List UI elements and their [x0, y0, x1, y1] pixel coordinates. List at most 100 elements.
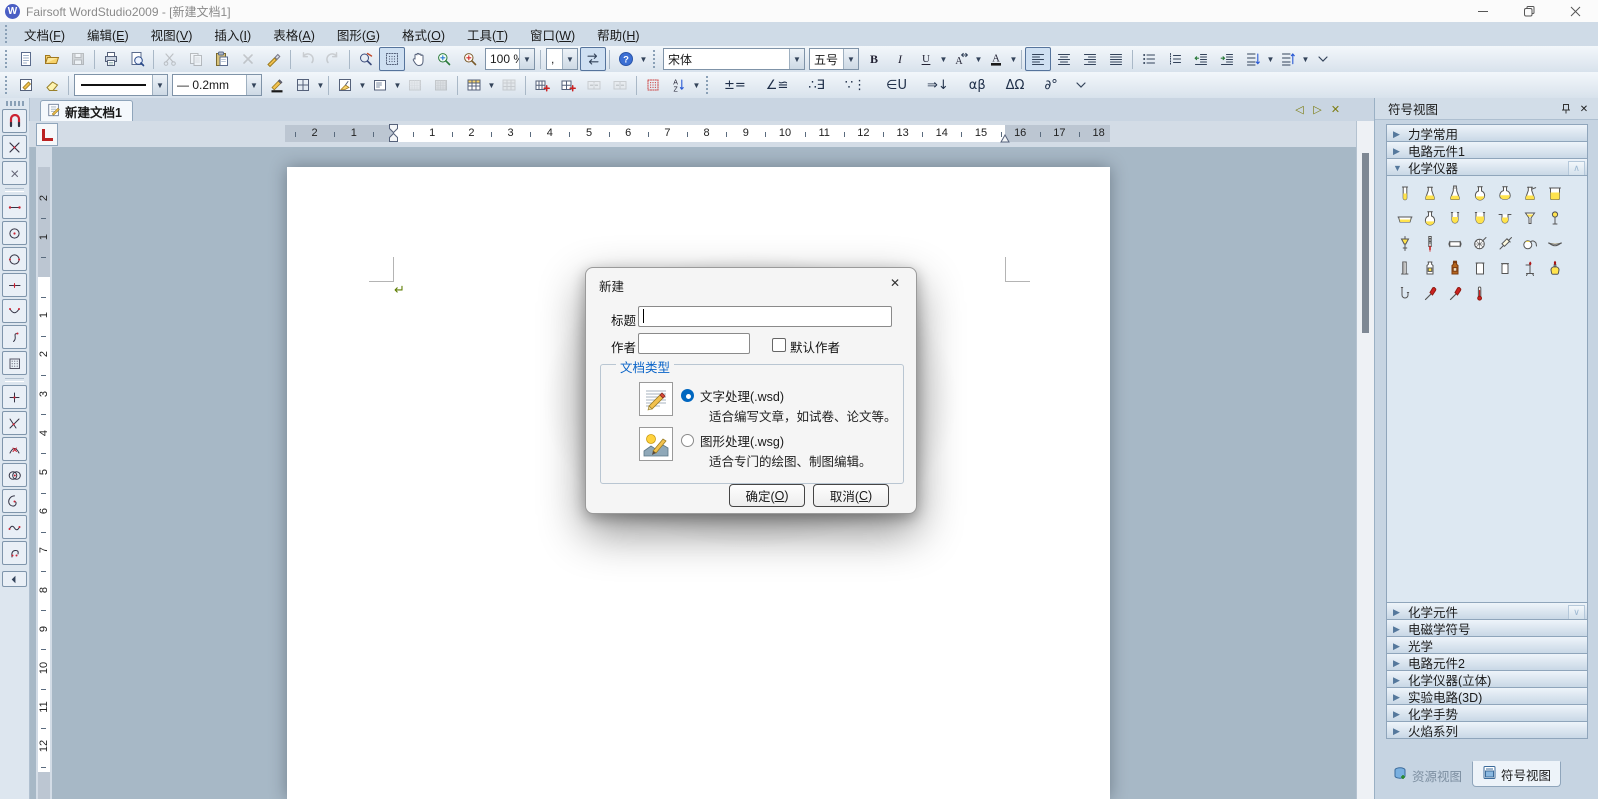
view-tab-resource[interactable]: 资源视图 — [1383, 762, 1472, 788]
line-color-button[interactable] — [264, 73, 290, 97]
toolbar1-overflow-button[interactable] — [1310, 47, 1336, 71]
menu-item-o[interactable]: 格式(O) — [391, 23, 456, 46]
line-spacing-increase-button-dropdown[interactable]: ▼ — [1301, 48, 1310, 70]
fill-color-button-dropdown[interactable]: ▼ — [358, 74, 367, 96]
horizontal-tube-symbol[interactable] — [1445, 234, 1465, 254]
wave-curve-tool[interactable] — [2, 515, 27, 539]
text-frame-button-dropdown[interactable]: ▼ — [393, 74, 402, 96]
dotted-indent-button[interactable] — [1162, 47, 1188, 71]
print-preview-button[interactable] — [124, 47, 150, 71]
math-plusminus-button[interactable]: ±= — [715, 73, 755, 97]
frame-edit-button[interactable] — [13, 73, 39, 97]
category-circuit-1[interactable]: ▶ 电路元件1 — [1386, 141, 1588, 159]
side-arm-flask-symbol[interactable] — [1520, 184, 1540, 204]
burner-stand-symbol[interactable] — [1520, 259, 1540, 279]
close-window-button[interactable] — [1552, 0, 1598, 22]
minimize-button[interactable] — [1460, 0, 1506, 22]
align-justify-button[interactable] — [1103, 47, 1129, 71]
bullet-list-button[interactable] — [1136, 47, 1162, 71]
math-partial-degree-button[interactable]: ∂° — [1035, 73, 1066, 97]
round-bottom-flask-symbol[interactable] — [1470, 184, 1490, 204]
menu-item-v[interactable]: 视图(V) — [140, 23, 204, 46]
open-button[interactable] — [39, 47, 65, 71]
tab-scroll-right-button[interactable]: ▷ — [1310, 101, 1325, 117]
dropper-symbol[interactable] — [1420, 284, 1440, 304]
document-tab[interactable]: 新建文档1 — [40, 100, 133, 122]
category-flame-series[interactable]: ▶ 火焰系列 — [1386, 721, 1588, 739]
underline-button[interactable]: U — [913, 47, 939, 71]
punctuation-combo[interactable]: , ▼ — [546, 48, 578, 70]
separating-funnel-symbol[interactable] — [1395, 234, 1415, 254]
menu-item-t[interactable]: 工具(T) — [456, 23, 519, 46]
menu-item-a[interactable]: 表格(A) — [262, 23, 326, 46]
thistle-funnel-symbol[interactable] — [1545, 209, 1565, 229]
grid-fill-tool[interactable] — [2, 351, 27, 375]
line-style-combo[interactable]: ▼ — [74, 74, 168, 96]
arc-tool[interactable] — [2, 299, 27, 323]
print-button[interactable] — [98, 47, 124, 71]
math-overflow-button[interactable] — [1068, 73, 1094, 97]
view-tab-symbol[interactable]: 符号视图 — [1472, 761, 1562, 787]
point-on-line-tool[interactable] — [2, 273, 27, 297]
pin-icon[interactable] — [1559, 102, 1573, 116]
line-spacing-increase-button[interactable] — [1275, 47, 1301, 71]
eraser-button[interactable] — [39, 73, 65, 97]
intersection-tool[interactable] — [2, 411, 27, 435]
insert-table-button-dropdown[interactable]: ▼ — [487, 74, 496, 96]
thermometer-symbol[interactable] — [1470, 284, 1490, 304]
tab-stop-selector[interactable] — [36, 123, 58, 146]
watch-glass-symbol[interactable] — [1545, 234, 1565, 254]
math-therefore-exists-button[interactable]: ∴∃ — [799, 73, 834, 97]
increase-indent-button[interactable] — [1214, 47, 1240, 71]
category-experiment-circuit-3d[interactable]: ▶ 实验电路(3D) — [1386, 687, 1588, 705]
delete-point-tool[interactable] — [2, 161, 27, 185]
up-scroll-icon[interactable]: ∧ — [1568, 161, 1585, 176]
hook-curve-tool[interactable] — [2, 541, 27, 565]
math-angle-congruent-button[interactable]: ∠≌ — [757, 73, 798, 97]
insert-row-button[interactable] — [529, 73, 555, 97]
author-input[interactable] — [638, 333, 750, 354]
stoppered-flask-symbol[interactable] — [1445, 184, 1465, 204]
restore-button[interactable] — [1506, 0, 1552, 22]
zoom-point-button[interactable] — [457, 47, 483, 71]
align-right-button[interactable] — [1077, 47, 1103, 71]
menu-item-w[interactable]: 窗口(W) — [519, 23, 586, 46]
title-input[interactable] — [638, 306, 892, 327]
dropper-long-symbol[interactable] — [1445, 284, 1465, 304]
brown-reagent-bottle-symbol[interactable] — [1445, 259, 1465, 279]
delete-node-tool[interactable] — [2, 135, 27, 159]
erlenmeyer-flask-symbol[interactable] — [1420, 184, 1440, 204]
ellipse-points-tool[interactable] — [2, 247, 27, 271]
alcohol-lamp-symbol[interactable] — [1545, 259, 1565, 279]
ok-button[interactable]: 确定(O) — [729, 484, 805, 507]
split-curve-tool[interactable] — [2, 437, 27, 461]
line-style-combo-dropdown[interactable]: ▼ — [152, 75, 167, 95]
find-format-button[interactable] — [353, 47, 379, 71]
char-scale-button-dropdown[interactable]: ▼ — [974, 48, 983, 70]
u-tube-wide-symbol[interactable] — [1470, 209, 1490, 229]
math-greek-letters-button[interactable]: αβ — [960, 73, 995, 97]
pan-button[interactable] — [405, 47, 431, 71]
fill-color-button[interactable] — [332, 73, 358, 97]
sort-button-dropdown[interactable]: ▼ — [692, 74, 701, 96]
font-color-button[interactable]: A — [983, 47, 1009, 71]
wrap-toggle-button[interactable] — [580, 47, 606, 71]
dot-matrix-button[interactable] — [640, 73, 666, 97]
borders-button-dropdown[interactable]: ▼ — [316, 74, 325, 96]
align-center-button[interactable] — [1051, 47, 1077, 71]
menu-item-f[interactable]: 文档(F) — [13, 23, 76, 46]
zoom-combo[interactable]: 100 %▼ — [485, 48, 535, 70]
dialog-close-button[interactable]: ✕ — [886, 274, 904, 292]
u-tube-symbol[interactable] — [1445, 209, 1465, 229]
default-author-checkbox[interactable] — [772, 338, 786, 352]
zoom-combo-dropdown[interactable]: ▼ — [519, 49, 534, 69]
font-family-combo[interactable]: 宋体 ▼ — [663, 48, 805, 70]
graphics-processing-radio[interactable] — [681, 434, 694, 447]
text-frame-button[interactable] — [367, 73, 393, 97]
italic-button[interactable]: I — [887, 47, 913, 71]
circle-center-tool[interactable] — [2, 221, 27, 245]
category-glassware-3d[interactable]: ▶ 化学仪器(立体) — [1386, 670, 1588, 688]
u-tube-side-arms-symbol[interactable] — [1495, 209, 1515, 229]
grid-toggle-button[interactable] — [379, 47, 405, 71]
right-indent-marker[interactable] — [999, 132, 1010, 143]
